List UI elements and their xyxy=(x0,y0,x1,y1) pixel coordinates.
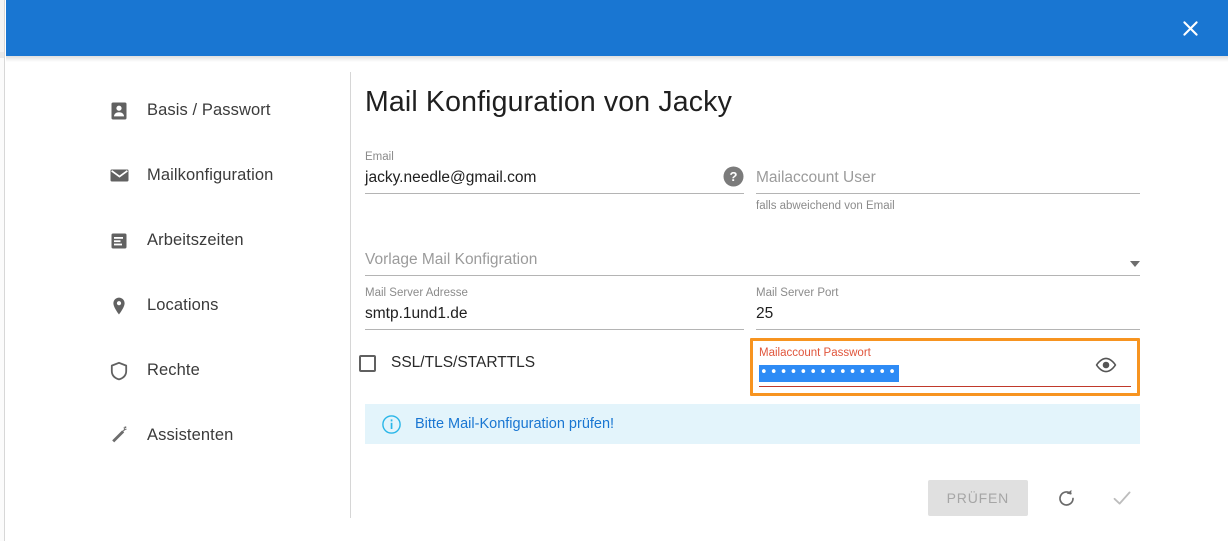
mail-server-port-underline xyxy=(756,329,1140,330)
email-label: Email xyxy=(365,151,394,163)
map-pin-icon xyxy=(108,295,130,317)
mail-server-adresse-label: Mail Server Adresse xyxy=(365,287,468,299)
svg-text:?: ? xyxy=(730,169,738,184)
background-page-sliver xyxy=(0,0,5,541)
mail-server-adresse-underline xyxy=(365,329,744,330)
mailaccount-passwort-label: Mailaccount Passwort xyxy=(759,347,871,359)
mail-server-port-value: 25 xyxy=(756,305,774,322)
sidebar-item-label: Assistenten xyxy=(147,426,234,444)
sidebar-item-label: Basis / Passwort xyxy=(147,101,271,119)
vorlage-underline xyxy=(365,275,1140,276)
content-pane: Mail Konfiguration von Jacky xyxy=(365,62,1155,119)
info-banner: Bitte Mail-Konfiguration prüfen! xyxy=(365,404,1140,444)
ssl-checkbox-label: SSL/TLS/STARTTLS xyxy=(391,354,536,371)
email-value: jacky.needle@gmail.com xyxy=(365,169,537,186)
sidebar-item-label: Locations xyxy=(147,296,219,314)
mailaccount-passwort-value: •••••••••••••• xyxy=(759,365,900,382)
info-banner-text: Bitte Mail-Konfiguration prüfen! xyxy=(415,416,615,432)
mail-server-adresse-field[interactable]: Mail Server Adresse smtp.1und1.de xyxy=(365,286,744,330)
close-icon xyxy=(1182,20,1198,36)
mailaccount-passwort-field[interactable]: Mailaccount Passwort •••••••••••••• xyxy=(759,346,1131,387)
check-icon xyxy=(1113,491,1131,505)
mailaccount-passwort-underline xyxy=(759,386,1131,387)
mailaccount-user-hint: falls abweichend von Email xyxy=(756,200,895,212)
mailaccount-user-placeholder: Mailaccount User xyxy=(756,169,876,186)
sidebar-item-mailkonfiguration[interactable]: Mailkonfiguration xyxy=(108,159,338,192)
sidebar-item-arbeitszeiten[interactable]: Arbeitszeiten xyxy=(108,224,338,257)
vorlage-select[interactable]: Vorlage Mail Konfigration xyxy=(365,246,1140,276)
confirm-button[interactable] xyxy=(1104,480,1140,516)
dialog-footer: PRÜFEN xyxy=(365,478,1140,518)
shield-icon xyxy=(108,360,130,382)
person-badge-icon xyxy=(108,100,130,122)
close-button[interactable] xyxy=(1174,12,1206,44)
page-title: Mail Konfiguration von Jacky xyxy=(365,86,732,118)
magic-wand-icon xyxy=(108,425,130,447)
info-circle-icon xyxy=(381,414,401,434)
dialog-titlebar xyxy=(6,0,1228,56)
email-field[interactable]: Email jacky.needle@gmail.com ? xyxy=(365,150,744,194)
help-circle-icon[interactable]: ? xyxy=(723,166,744,187)
mailaccount-passwort-highlight: Mailaccount Passwort •••••••••••••• xyxy=(750,338,1140,396)
sidebar-item-locations[interactable]: Locations xyxy=(108,289,338,322)
mailaccount-user-field[interactable]: Mailaccount User falls abweichend von Em… xyxy=(756,150,1140,212)
mail-server-port-field[interactable]: Mail Server Port 25 xyxy=(756,286,1140,330)
mail-server-port-label: Mail Server Port xyxy=(756,287,839,299)
eye-icon[interactable] xyxy=(1095,357,1117,379)
sidebar-item-label: Mailkonfiguration xyxy=(147,166,274,184)
sidebar-nav: Basis / Passwort Mailkonfiguration Arbei… xyxy=(108,94,338,484)
sidebar-content-divider xyxy=(350,72,351,518)
sidebar: Basis / Passwort Mailkonfiguration Arbei… xyxy=(6,62,344,541)
mail-server-adresse-value: smtp.1und1.de xyxy=(365,305,468,322)
sidebar-item-assistenten[interactable]: Assistenten xyxy=(108,419,338,452)
sidebar-item-rechte[interactable]: Rechte xyxy=(108,354,338,387)
sidebar-item-basis-passwort[interactable]: Basis / Passwort xyxy=(108,94,338,127)
timesheet-icon xyxy=(108,230,130,252)
refresh-button[interactable] xyxy=(1048,480,1084,516)
envelope-icon xyxy=(108,165,130,187)
app-screen: Basis / Passwort Mailkonfiguration Arbei… xyxy=(0,0,1228,541)
ssl-checkbox[interactable]: SSL/TLS/STARTTLS xyxy=(359,354,535,372)
email-underline xyxy=(365,193,744,194)
refresh-icon xyxy=(1058,489,1074,506)
checkbox-box-icon[interactable] xyxy=(359,354,376,372)
sidebar-item-label: Rechte xyxy=(147,361,200,379)
mail-configuration-dialog: Basis / Passwort Mailkonfiguration Arbei… xyxy=(6,0,1228,541)
pruefen-button[interactable]: PRÜFEN xyxy=(927,480,1028,516)
sidebar-item-label: Arbeitszeiten xyxy=(147,231,244,249)
chevron-down-icon[interactable] xyxy=(1130,261,1140,267)
vorlage-placeholder: Vorlage Mail Konfigration xyxy=(365,251,538,268)
mailaccount-passwort-value-row: •••••••••••••• xyxy=(759,360,1131,383)
